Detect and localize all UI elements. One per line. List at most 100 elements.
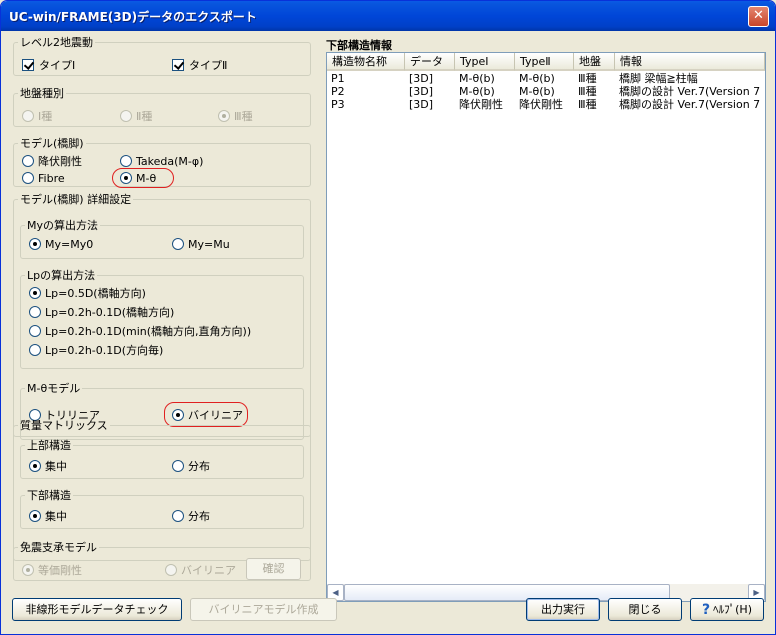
col-type1[interactable]: TypeⅠ [455, 53, 515, 71]
lp-option2-radio-circle[interactable] [29, 306, 41, 318]
lp-option4-label: Lp=0.2h-0.1D(方向毎) [45, 344, 164, 357]
lower-distributed-radio-circle[interactable] [172, 510, 184, 522]
level2-legend: レベル2地震動 [20, 36, 93, 49]
upper-distributed-label: 分布 [188, 460, 210, 473]
col-type2[interactable]: TypeⅡ [515, 53, 574, 71]
isolation-bilinear-radio-circle [165, 564, 177, 576]
lp-option4-radio[interactable]: Lp=0.2h-0.1D(方向毎) [29, 343, 163, 357]
lower-distributed-radio[interactable]: 分布 [172, 509, 210, 523]
fibre-label: Fibre [38, 171, 65, 185]
type2-checkbox[interactable]: タイプⅡ [172, 58, 227, 72]
lower-distributed-label: 分布 [188, 510, 210, 523]
close-icon[interactable]: ✕ [748, 6, 769, 27]
cell-type2: 降伏剛性 [519, 98, 563, 111]
lp-option4-radio-circle[interactable] [29, 344, 41, 356]
upper-lumped-radio-circle[interactable] [29, 460, 41, 472]
fibre-radio[interactable]: Fibre [22, 171, 65, 185]
export-button[interactable]: 出力実行 [526, 598, 600, 621]
cell-type1: 降伏剛性 [459, 98, 503, 111]
cell-data: [3D] [409, 72, 434, 85]
list-header: 構造物名称 データ TypeⅠ TypeⅡ 地盤 情報 [327, 53, 765, 71]
isolation-bilinear-radio: バイリニア [165, 563, 236, 577]
my-mu-radio[interactable]: My=Mu [172, 237, 230, 251]
cell-data: [3D] [409, 85, 434, 98]
table-row[interactable]: P3 [3D] 降伏剛性 降伏剛性 Ⅲ種 橋脚の設計 Ver.7(Version… [327, 98, 765, 111]
type2-label: タイプⅡ [189, 59, 228, 72]
nonlinear-check-button[interactable]: 非線形モデルデータチェック [12, 598, 182, 621]
col-structure-name[interactable]: 構造物名称 [327, 53, 405, 71]
type1-checkbox[interactable]: タイプⅠ [22, 58, 75, 72]
help-icon: ? [702, 602, 711, 618]
yield-stiffness-radio[interactable]: 降伏剛性 [22, 154, 82, 168]
cell-type2: M-θ(b) [519, 72, 555, 85]
cell-name: P2 [331, 85, 345, 98]
table-row[interactable]: P2 [3D] M-θ(b) M-θ(b) Ⅲ種 橋脚の設計 Ver.7(Ver… [327, 85, 765, 98]
m-theta-model-legend: M-θモデル [27, 382, 81, 395]
my-method-legend: Myの算出方法 [27, 219, 99, 232]
lower-structure-group: 下部構造 集中 分布 [20, 487, 304, 529]
isolation-bilinear-label: バイリニア [181, 564, 236, 577]
type1-check-box[interactable] [22, 59, 34, 71]
lp-method-group: Lpの算出方法 Lp=0.5D(橋軸方向) Lp=0.2h-0.1D(橋軸方向)… [20, 267, 304, 369]
help-label: ﾍﾙﾌﾟ(H) [713, 603, 752, 616]
cell-type1: M-θ(b) [459, 85, 495, 98]
upper-lumped-radio[interactable]: 集中 [29, 459, 67, 473]
title-bar[interactable]: UC-win/FRAME(3D)データのエクスポート ✕ [1, 1, 775, 31]
lp-option2-radio[interactable]: Lp=0.2h-0.1D(橋軸方向) [29, 305, 174, 319]
close-button[interactable]: 閉じる [608, 598, 682, 621]
takeda-radio[interactable]: Takeda(M-φ) [120, 154, 203, 168]
substructure-list[interactable]: 構造物名称 データ TypeⅠ TypeⅡ 地盤 情報 P1 [3D] M-θ(… [326, 52, 766, 602]
window-title: UC-win/FRAME(3D)データのエクスポート [9, 10, 257, 24]
ground-type2-radio: Ⅱ種 [120, 109, 152, 123]
upper-structure-group: 上部構造 集中 分布 [20, 437, 304, 479]
upper-structure-legend: 上部構造 [27, 439, 71, 452]
type2-check-box[interactable] [172, 59, 184, 71]
cell-info: 橋脚の設計 Ver.7(Version 7 [619, 85, 761, 98]
table-row[interactable]: P1 [3D] M-θ(b) M-θ(b) Ⅲ種 橋脚 梁幅≧柱幅 [327, 72, 765, 85]
cell-name: P1 [331, 72, 345, 85]
substructure-title: 下部構造情報 [326, 39, 392, 52]
fibre-radio-circle[interactable] [22, 172, 34, 184]
ground-type3-radio-circle [218, 110, 230, 122]
yield-stiffness-radio-circle[interactable] [22, 155, 34, 167]
lower-lumped-radio-circle[interactable] [29, 510, 41, 522]
takeda-radio-circle[interactable] [120, 155, 132, 167]
cell-ground: Ⅲ種 [578, 98, 597, 111]
model-group: モデル(橋脚) 降伏剛性 Takeda(M-φ) Fibre M-θ [13, 135, 311, 188]
cell-data: [3D] [409, 98, 434, 111]
confirm-button: 確認 [246, 558, 301, 580]
ground-legend: 地盤種別 [20, 87, 64, 100]
lower-lumped-label: 集中 [45, 510, 67, 523]
col-ground[interactable]: 地盤 [574, 53, 615, 71]
col-data[interactable]: データ [405, 53, 455, 71]
create-bilinear-button: バイリニアモデル作成 [190, 598, 337, 621]
lower-structure-legend: 下部構造 [27, 489, 71, 502]
col-info[interactable]: 情報 [615, 53, 765, 71]
my-mu-radio-circle[interactable] [172, 238, 184, 250]
lp-option1-radio[interactable]: Lp=0.5D(橋軸方向) [29, 286, 146, 300]
help-button[interactable]: ? ﾍﾙﾌﾟ(H) [690, 598, 764, 621]
my-my0-radio[interactable]: My=My0 [29, 237, 93, 251]
lp-option3-radio-circle[interactable] [29, 325, 41, 337]
upper-distributed-radio-circle[interactable] [172, 460, 184, 472]
lower-lumped-radio[interactable]: 集中 [29, 509, 67, 523]
cell-name: P3 [331, 98, 345, 111]
ground-type2-radio-circle [120, 110, 132, 122]
cell-info: 橋脚の設計 Ver.7(Version 7 [619, 98, 761, 111]
lp-option3-radio[interactable]: Lp=0.2h-0.1D(min(橋軸方向,直角方向)) [29, 324, 251, 338]
lp-option2-label: Lp=0.2h-0.1D(橋軸方向) [45, 306, 175, 319]
my-my0-label: My=My0 [45, 237, 94, 251]
dialog-body: レベル2地震動 タイプⅠ タイプⅡ 地盤種別 Ⅰ種 Ⅱ種 Ⅲ種 モデル(橋脚) … [4, 31, 772, 632]
my-my0-radio-circle[interactable] [29, 238, 41, 250]
export-dialog: UC-win/FRAME(3D)データのエクスポート ✕ レベル2地震動 タイプ… [0, 0, 776, 635]
upper-distributed-radio[interactable]: 分布 [172, 459, 210, 473]
detail-group: モデル(橋脚) 詳細設定 Myの算出方法 My=My0 My=Mu Lpの算出方… [13, 191, 311, 440]
equivalent-stiffness-label: 等価剛性 [38, 564, 82, 577]
lp-option1-radio-circle[interactable] [29, 287, 41, 299]
cell-ground: Ⅲ種 [578, 85, 597, 98]
lp-method-legend: Lpの算出方法 [27, 269, 96, 282]
cell-info: 橋脚 梁幅≧柱幅 [619, 72, 698, 85]
type1-label: タイプⅠ [39, 59, 76, 72]
ground-type1-radio-circle [22, 110, 34, 122]
isolation-bearing-group: 免震支承モデル 等価剛性 バイリニア 確認 [13, 539, 311, 581]
